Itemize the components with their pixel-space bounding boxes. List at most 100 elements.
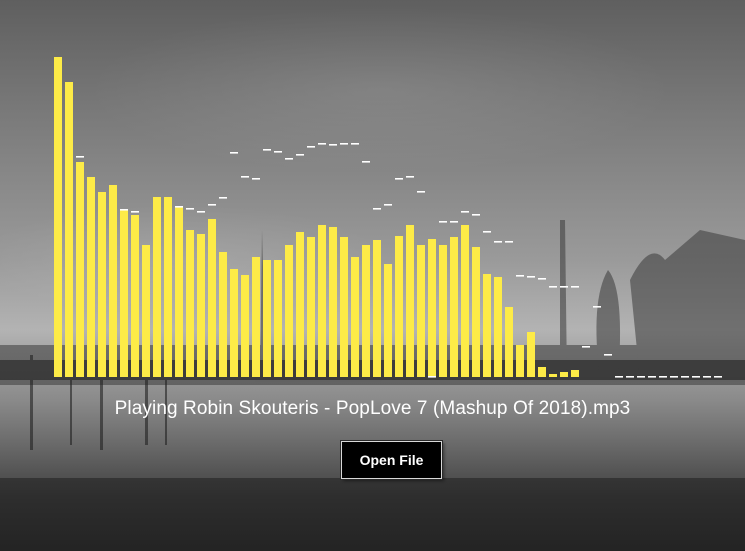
spectrum-bar [252, 257, 260, 377]
peak-marker [593, 306, 601, 308]
peak-marker [373, 208, 381, 210]
spectrum-bar [384, 264, 392, 377]
peak-marker [252, 178, 260, 180]
peak-marker [681, 376, 689, 378]
peak-marker [516, 275, 524, 277]
spectrum-bar [175, 207, 183, 377]
peak-marker [263, 149, 271, 151]
peak-marker [175, 206, 183, 208]
spectrum-bar [318, 225, 326, 377]
spectrum-bar [362, 245, 370, 377]
spectrum-bar [296, 232, 304, 377]
spectrum-bar [395, 236, 403, 377]
spectrum-bar [417, 245, 425, 377]
spectrum-bar [98, 192, 106, 377]
spectrum-bar [505, 307, 513, 377]
peak-marker [131, 211, 139, 213]
spectrum-bar [230, 269, 238, 377]
peak-marker [428, 376, 436, 378]
peak-marker [296, 154, 304, 156]
spectrum-bar [76, 162, 84, 377]
spectrum-bar [208, 219, 216, 377]
peak-marker [219, 197, 227, 199]
spectrum-bar [54, 57, 62, 377]
spectrum-bar [461, 225, 469, 377]
spectrum-bar [450, 237, 458, 377]
peak-marker [648, 376, 656, 378]
peak-marker [670, 376, 678, 378]
spectrum-bar [428, 239, 436, 377]
peak-marker [230, 152, 238, 154]
spectrum-bar [186, 230, 194, 377]
peak-marker [186, 208, 194, 210]
spectrum-bar [549, 374, 557, 377]
peak-marker [439, 221, 447, 223]
spectrum-bar [472, 247, 480, 377]
peak-marker [461, 211, 469, 213]
spectrum-bar [153, 197, 161, 377]
peak-marker [714, 376, 722, 378]
peak-marker [384, 204, 392, 206]
spectrum-bar [164, 197, 172, 377]
peak-marker [626, 376, 634, 378]
peak-marker [362, 161, 370, 163]
spectrum-bar [329, 227, 337, 377]
spectrum-bar [439, 245, 447, 377]
spectrum-bar [285, 245, 293, 377]
spectrum-bar [527, 332, 535, 377]
spectrum-bar [142, 245, 150, 377]
peak-marker [472, 214, 480, 216]
peak-marker [538, 278, 546, 280]
spectrum-bar [516, 345, 524, 377]
peak-marker [659, 376, 667, 378]
spectrum-bar [373, 240, 381, 377]
spectrum-bar [560, 372, 568, 377]
spectrum-bar [131, 215, 139, 377]
peak-marker [494, 241, 502, 243]
spectrum-bar [263, 260, 271, 377]
peak-marker [450, 221, 458, 223]
open-file-button[interactable]: Open File [341, 441, 442, 479]
spectrum-bar [571, 370, 579, 377]
spectrum-bar [340, 237, 348, 377]
spectrum-bar [219, 252, 227, 377]
spectrum-bar [65, 82, 73, 377]
spectrum-bar [87, 177, 95, 377]
peak-marker [571, 286, 579, 288]
peak-marker [527, 276, 535, 278]
now-playing-text: Playing Robin Skouteris - PopLove 7 (Mas… [114, 398, 631, 419]
peak-marker [406, 176, 414, 178]
peak-marker [582, 346, 590, 348]
peak-marker [307, 146, 315, 148]
peak-marker [340, 143, 348, 145]
peak-marker [329, 144, 337, 146]
spectrum-bar [197, 234, 205, 377]
spectrum-bar [538, 367, 546, 377]
peak-marker [395, 178, 403, 180]
spectrum-bar [494, 277, 502, 377]
spectrum-bar [241, 275, 249, 377]
peak-marker [120, 209, 128, 211]
peak-marker [208, 204, 216, 206]
spectrum-bar [483, 274, 491, 377]
peak-marker [241, 176, 249, 178]
peak-marker [637, 376, 645, 378]
peak-marker [692, 376, 700, 378]
peak-marker [549, 286, 557, 288]
peak-marker [703, 376, 711, 378]
peak-marker [197, 211, 205, 213]
peak-marker [560, 286, 568, 288]
peak-marker [76, 156, 84, 158]
spectrum-bar [406, 225, 414, 377]
spectrum-bar [307, 237, 315, 377]
peak-marker [483, 231, 491, 233]
peak-marker [351, 143, 359, 145]
spectrum-bar [120, 209, 128, 377]
peak-marker [285, 158, 293, 160]
peak-marker [505, 241, 513, 243]
peak-marker [615, 376, 623, 378]
peak-marker [318, 143, 326, 145]
peak-marker [604, 354, 612, 356]
spectrum-bar [274, 260, 282, 377]
spectrum-bar [351, 257, 359, 377]
